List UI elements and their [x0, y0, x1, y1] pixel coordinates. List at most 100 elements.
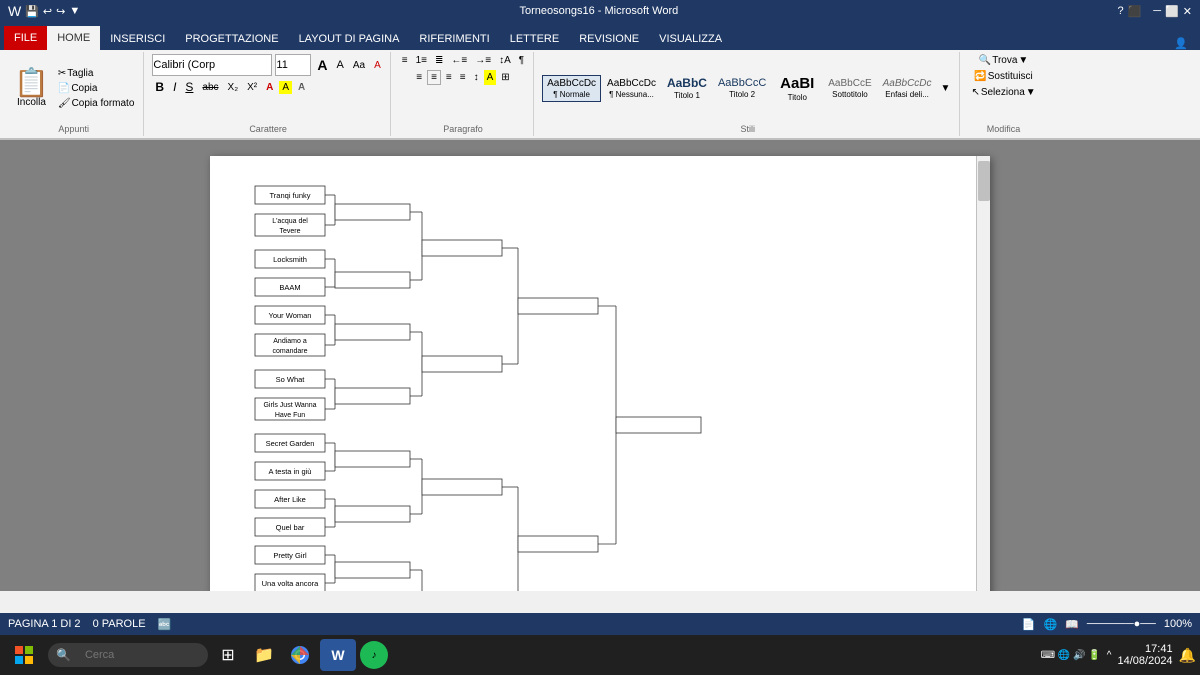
svg-text:After Like: After Like — [274, 495, 306, 504]
customize-quick[interactable]: ▼ — [69, 5, 80, 17]
svg-text:Your Woman: Your Woman — [269, 311, 312, 320]
strikethrough-button[interactable]: abc — [199, 81, 221, 94]
tab-lettere[interactable]: LETTERE — [500, 28, 570, 50]
svg-text:So What: So What — [276, 375, 306, 384]
superscript-button[interactable]: X² — [244, 81, 260, 94]
font-color-button[interactable]: A — [263, 81, 276, 94]
file-explorer-button[interactable]: 📁 — [248, 639, 280, 671]
replace-button[interactable]: 🔁 Sostituisci — [971, 70, 1035, 83]
undo-button[interactable]: ↩ — [43, 5, 52, 18]
vertical-scrollbar[interactable] — [976, 156, 990, 591]
start-button[interactable] — [4, 639, 44, 671]
svg-text:Have Fun: Have Fun — [275, 412, 305, 419]
svg-text:A testa in giù: A testa in giù — [269, 467, 312, 476]
word-button[interactable]: W — [320, 639, 356, 671]
tab-inserisci[interactable]: INSERISCI — [100, 28, 175, 50]
underline-button[interactable]: S — [182, 79, 196, 95]
style-title[interactable]: AaBI Titolo — [772, 72, 822, 105]
svg-text:Una volta ancora: Una volta ancora — [262, 579, 320, 588]
account-icon[interactable]: 👤 — [1166, 37, 1196, 50]
restore-button[interactable]: ⬜ — [1165, 5, 1179, 18]
tab-home[interactable]: HOME — [47, 26, 100, 50]
change-case-button[interactable]: Aa — [350, 59, 368, 72]
tab-layout[interactable]: LAYOUT DI PAGINA — [289, 28, 410, 50]
close-button[interactable]: ✕ — [1183, 5, 1192, 18]
highlight-button[interactable]: A — [279, 81, 292, 94]
line-spacing-button[interactable]: ↕ — [471, 70, 482, 85]
sort-button[interactable]: ↕A — [496, 54, 514, 67]
bullets-button[interactable]: ≡ — [399, 54, 411, 67]
grow-font-button[interactable]: A — [314, 56, 330, 74]
font-size-input[interactable] — [275, 54, 311, 76]
cut-button[interactable]: ✂ Taglia — [55, 67, 138, 80]
quick-save[interactable]: 💾 — [25, 5, 39, 18]
document-area[interactable]: Tranqi funky L'acqua del Tevere Locksmit… — [0, 140, 1200, 591]
borders-button[interactable]: ⊞ — [498, 70, 512, 85]
window-title: Torneosongs16 - Microsoft Word — [80, 5, 1117, 17]
notification-area[interactable]: ^ — [1107, 650, 1112, 661]
bold-button[interactable]: B — [152, 79, 167, 95]
task-view-button[interactable]: ⊞ — [212, 639, 244, 671]
paste-button[interactable]: 📋 Incolla — [10, 67, 53, 110]
style-no-spacing[interactable]: AaBbCcDc ¶ Nessuna... — [602, 75, 661, 102]
align-right-button[interactable]: ≡ — [443, 70, 455, 85]
taskbar-search-icon: 🔍 — [56, 648, 71, 662]
view-read-button[interactable]: 📖 — [1065, 618, 1079, 631]
svg-text:L'acqua del: L'acqua del — [272, 218, 308, 225]
subscript-button[interactable]: X₂ — [225, 81, 242, 94]
redo-button[interactable]: ↪ — [56, 5, 65, 18]
svg-text:Quel bar: Quel bar — [276, 523, 305, 532]
align-left-button[interactable]: ≡ — [413, 70, 425, 85]
title-bar: W 💾 ↩ ↪ ▼ Torneosongs16 - Microsoft Word… — [0, 0, 1200, 22]
numbering-button[interactable]: 1≡ — [413, 54, 430, 67]
page-info: PAGINA 1 DI 2 — [8, 618, 81, 630]
taskbar-search-input[interactable] — [75, 645, 195, 665]
bracket-diagram: Tranqi funky L'acqua del Tevere Locksmit… — [250, 176, 930, 591]
view-web-button[interactable]: 🌐 — [1043, 618, 1057, 631]
increase-indent-button[interactable]: →≡ — [472, 54, 494, 67]
tab-visualizza[interactable]: VISUALIZZA — [649, 28, 732, 50]
notification-button[interactable]: 🔔 — [1179, 647, 1196, 664]
system-tray-icons[interactable]: ⌨ 🌐 🔊 🔋 — [1041, 650, 1101, 661]
text-effects-button[interactable]: A — [295, 81, 308, 94]
tab-riferimenti[interactable]: RIFERIMENTI — [409, 28, 499, 50]
shading-button[interactable]: A — [484, 70, 497, 85]
shrink-font-button[interactable]: A — [334, 58, 347, 72]
ribbon-display[interactable]: ⬛ — [1128, 5, 1142, 18]
justify-button[interactable]: ≡ — [457, 70, 469, 85]
find-button[interactable]: 🔍 Trova ▼ — [976, 54, 1032, 67]
svg-text:Secret Garden: Secret Garden — [266, 439, 315, 448]
ribbon-tab-bar: FILE HOME INSERISCI PROGETTAZIONE LAYOUT… — [0, 22, 1200, 50]
tab-progettazione[interactable]: PROGETTAZIONE — [175, 28, 288, 50]
svg-text:Locksmith: Locksmith — [273, 255, 307, 264]
chrome-button[interactable] — [284, 639, 316, 671]
multilevel-button[interactable]: ≣ — [432, 54, 446, 67]
align-center-button[interactable]: ≡ — [427, 70, 441, 85]
show-marks-button[interactable]: ¶ — [516, 54, 527, 67]
style-title2[interactable]: AaBbCcC Titolo 2 — [713, 74, 771, 102]
help-button[interactable]: ? — [1117, 5, 1123, 18]
clear-format-button[interactable]: A — [371, 59, 384, 72]
styles-more-button[interactable]: ▼ — [938, 82, 954, 95]
font-group: A A Aa A B I S abc X₂ X² A A A Carattere — [146, 52, 390, 136]
style-subtitle[interactable]: AaBbCcE Sottotitolo — [823, 75, 876, 102]
format-painter-button[interactable]: 🖌 Copia formato — [55, 97, 138, 110]
svg-text:comandare: comandare — [272, 348, 307, 355]
style-title1[interactable]: AaBbC Titolo 1 — [662, 73, 712, 102]
tab-revisione[interactable]: REVISIONE — [569, 28, 649, 50]
zoom-slider[interactable]: ──────●── — [1087, 618, 1156, 630]
spotify-button[interactable]: ♪ — [360, 641, 388, 669]
tab-file[interactable]: FILE — [4, 26, 47, 50]
select-button[interactable]: ↖ Seleziona ▼ — [968, 86, 1038, 99]
svg-text:Tevere: Tevere — [279, 228, 300, 235]
copy-button[interactable]: 📄 Copia — [55, 82, 138, 95]
decrease-indent-button[interactable]: ←≡ — [448, 54, 470, 67]
language-indicator: 🔤 — [158, 618, 172, 631]
minimize-button[interactable]: ─ — [1153, 5, 1161, 18]
view-print-button[interactable]: 📄 — [1022, 618, 1036, 631]
italic-button[interactable]: I — [170, 79, 179, 95]
style-normal[interactable]: AaBbCcDc ¶ Normale — [542, 75, 601, 102]
svg-text:Pretty Girl: Pretty Girl — [273, 551, 307, 560]
font-name-input[interactable] — [152, 54, 272, 76]
style-emphasis[interactable]: AaBbCcDc Enfasi deli... — [878, 75, 937, 102]
